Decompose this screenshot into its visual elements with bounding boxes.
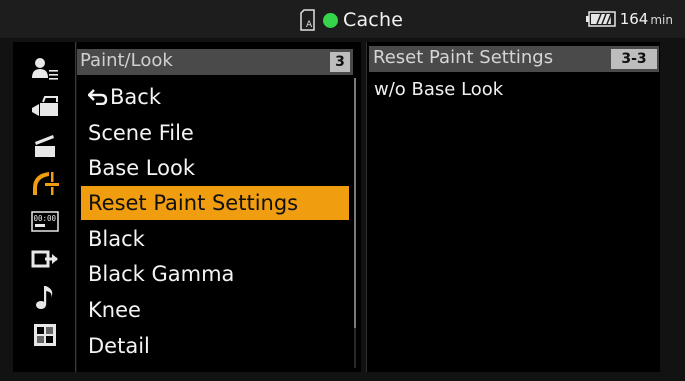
menu-item-label: Scene File <box>88 121 194 145</box>
battery-status: 164 min <box>585 10 673 28</box>
menu-title: Paint/Look <box>80 50 173 71</box>
menu-item-knee[interactable]: Knee <box>81 293 349 327</box>
paint-icon[interactable] <box>31 170 59 196</box>
output-icon[interactable] <box>31 246 59 272</box>
menu-item-detail[interactable]: Detail <box>81 329 349 363</box>
menu-item-label: Back <box>110 85 161 109</box>
grid-icon[interactable] <box>31 322 59 348</box>
svg-text:A: A <box>306 20 313 30</box>
menu-item-label: Detail <box>88 334 150 358</box>
status-title-group: A Cache <box>300 7 403 33</box>
status-bar: A Cache 164 min <box>0 0 685 38</box>
category-sidebar: 00:00 <box>13 42 76 372</box>
battery-unit: min <box>650 13 673 27</box>
menu-item-back[interactable]: Back <box>81 80 349 114</box>
menu-item-scene-file[interactable]: Scene File <box>81 116 349 150</box>
menu-list-panel: Paint/Look 3 Back Scene File Base Look R… <box>77 42 361 372</box>
svg-text:00:00: 00:00 <box>34 214 57 223</box>
menu-item-black[interactable]: Black <box>81 222 349 256</box>
detail-header: Reset Paint Settings 3-3 <box>369 46 659 72</box>
menu-page-number: 3 <box>330 52 350 72</box>
menu-scrollbar-thumb[interactable] <box>354 78 356 328</box>
battery-remaining: 164 min <box>620 10 673 28</box>
menu-item-label: Knee <box>88 298 141 322</box>
menu-scrollbar[interactable] <box>354 78 356 368</box>
back-arrow-icon <box>87 80 110 114</box>
menu-header: Paint/Look 3 <box>77 49 353 75</box>
battery-minutes: 164 <box>619 10 649 28</box>
clapperboard-icon[interactable] <box>31 132 59 158</box>
battery-icon <box>585 11 616 27</box>
camera-icon[interactable] <box>31 94 59 120</box>
menu-item-label: Base Look <box>88 156 195 180</box>
audio-icon[interactable] <box>31 284 59 310</box>
detail-panel: Reset Paint Settings 3-3 w/o Base Look <box>366 42 660 372</box>
menu-item-reset-paint-settings[interactable]: Reset Paint Settings <box>81 186 349 220</box>
menu-item-label: Black Gamma <box>88 262 235 286</box>
menu-item-base-look[interactable]: Base Look <box>81 151 349 185</box>
status-title: Cache <box>343 9 404 31</box>
detail-page-number: 3-3 <box>611 49 657 69</box>
menu-item-black-gamma[interactable]: Black Gamma <box>81 257 349 291</box>
menu-item-label: Black <box>88 227 145 251</box>
user-menu-icon[interactable] <box>31 56 59 82</box>
detail-option-value[interactable]: w/o Base Look <box>374 79 503 100</box>
cache-status-indicator <box>323 12 338 28</box>
timecode-icon[interactable]: 00:00 <box>31 208 59 234</box>
menu-item-label: Reset Paint Settings <box>88 191 299 215</box>
detail-title: Reset Paint Settings <box>373 47 554 68</box>
media-card-icon: A <box>300 9 318 31</box>
